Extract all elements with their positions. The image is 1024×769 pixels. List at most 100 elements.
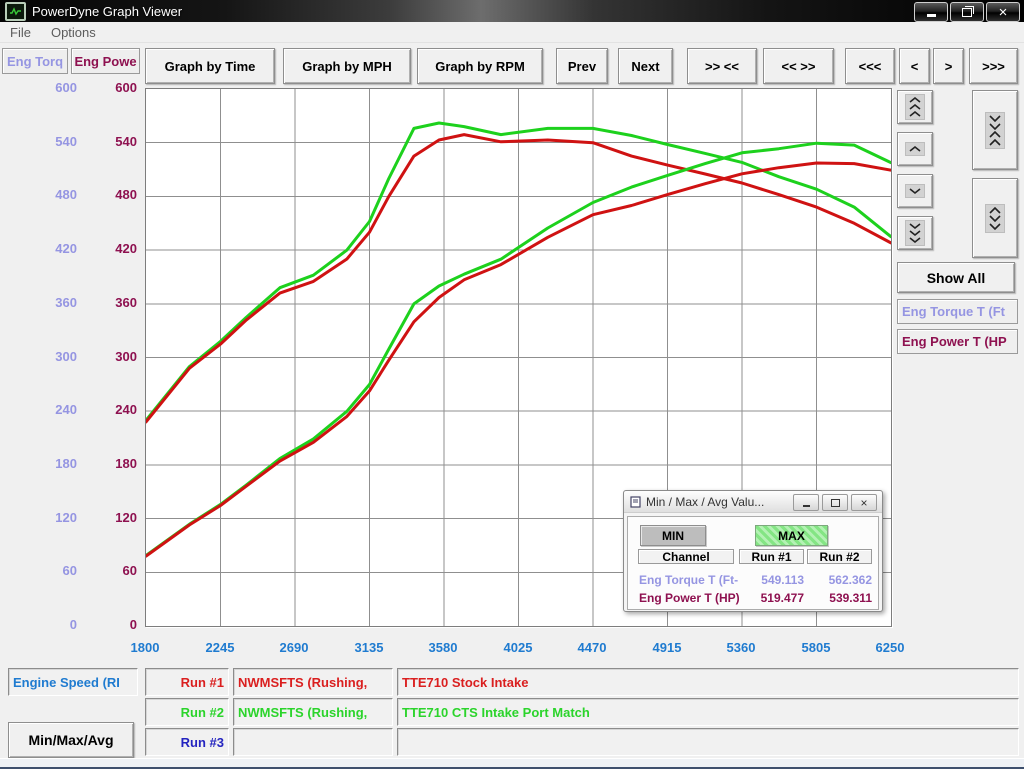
run2-description-field: TTE710 CTS Intake Port Match — [397, 698, 1019, 726]
show-all-button[interactable]: Show All — [897, 262, 1015, 293]
app-icon — [5, 2, 26, 21]
chevron-triple-up-icon — [905, 94, 925, 120]
chevron-triple-down-icon — [905, 220, 925, 246]
zoom-in-x-button[interactable]: >> << — [687, 48, 757, 84]
scale-up-button[interactable] — [897, 132, 933, 166]
minimize-icon — [927, 14, 936, 17]
graph-by-rpm-button[interactable]: Graph by RPM — [417, 48, 543, 84]
title-bar[interactable]: PowerDyne Graph Viewer × — [0, 0, 1024, 22]
power-channel-button[interactable]: Eng Powe — [71, 48, 140, 74]
chevrons-collapse-vertical-icon — [985, 112, 1005, 149]
power-axis-tick: 0 — [87, 616, 137, 634]
torque-run1-max: 549.113 — [740, 573, 804, 587]
powerdyne-window: { "window": { "title": "PowerDyne Graph … — [0, 0, 1024, 768]
rpm-axis-tick: 4025 — [488, 640, 548, 655]
rpm-axis-tick: 5360 — [711, 640, 771, 655]
run1-description-field: TTE710 Stock Intake — [397, 668, 1019, 696]
torque-axis-tick: 420 — [27, 240, 77, 258]
menu-bar: File Options — [0, 22, 1024, 43]
expand-y-button[interactable] — [972, 178, 1018, 258]
rpm-axis-tick: 5805 — [786, 640, 846, 655]
maximize-button[interactable] — [950, 2, 984, 22]
pan-far-right-button[interactable]: >>> — [969, 48, 1018, 84]
next-button[interactable]: Next — [618, 48, 673, 84]
power-run1-max: 519.477 — [740, 591, 804, 605]
run2-file-field: NWMSFTS (Rushing, — [233, 698, 393, 726]
torque-axis-tick: 120 — [27, 509, 77, 527]
close-icon: × — [999, 5, 1008, 20]
torque-run2-max: 562.362 — [808, 573, 872, 587]
rpm-axis-tick: 2245 — [190, 640, 250, 655]
rpm-axis-tick: 3135 — [339, 640, 399, 655]
torque-axis-tick: 60 — [27, 562, 77, 580]
torque-axis-tick: 360 — [27, 294, 77, 312]
power-row-label: Eng Power T (HP) — [639, 591, 740, 605]
run1-file-field: NWMSFTS (Rushing, — [233, 668, 393, 696]
menu-file[interactable]: File — [0, 25, 41, 40]
rpm-axis-tick: 1800 — [115, 640, 175, 655]
scale-up-fast-button[interactable] — [897, 90, 933, 124]
run1-label: Run #1 — [145, 668, 229, 696]
pan-left-button[interactable]: < — [899, 48, 930, 84]
scale-down-fast-button[interactable] — [897, 216, 933, 250]
minmax-close-button[interactable]: × — [851, 494, 877, 511]
minmax-restore-button[interactable] — [822, 494, 848, 511]
window-title: PowerDyne Graph Viewer — [32, 4, 182, 19]
power-axis-tick: 120 — [87, 509, 137, 527]
restore-icon — [831, 499, 840, 507]
power-axis-tick: 540 — [87, 133, 137, 151]
minmax-minimize-button[interactable] — [793, 494, 819, 511]
max-toggle-button[interactable]: MAX — [755, 525, 828, 546]
channel-column-header: Channel — [638, 549, 734, 564]
torque-axis-tick: 300 — [27, 348, 77, 366]
document-icon — [630, 496, 641, 508]
rpm-axis-tick: 6250 — [860, 640, 920, 655]
minmax-body: MIN MAX Channel Run #1 Run #2 Eng Torque… — [627, 516, 879, 610]
prev-button[interactable]: Prev — [556, 48, 608, 84]
run1-column-header: Run #1 — [739, 549, 804, 564]
power-axis-tick: 360 — [87, 294, 137, 312]
pan-right-button[interactable]: > — [933, 48, 964, 84]
torque-axis-tick: 180 — [27, 455, 77, 473]
power-axis-tick: 480 — [87, 186, 137, 204]
maximize-icon — [962, 8, 972, 17]
chevron-down-icon — [905, 184, 925, 198]
torque-channel-label[interactable]: Eng Torque T (Ft — [897, 299, 1018, 324]
chevrons-expand-vertical-icon — [985, 204, 1005, 233]
power-axis-tick: 180 — [87, 455, 137, 473]
power-axis-tick: 240 — [87, 401, 137, 419]
power-channel-label[interactable]: Eng Power T (HP — [897, 329, 1018, 354]
minmax-avg-button[interactable]: Min/Max/Avg — [8, 722, 134, 758]
minimize-icon — [803, 505, 810, 507]
rpm-axis-tick: 3580 — [413, 640, 473, 655]
run3-file-field — [233, 728, 393, 756]
minmax-window[interactable]: Min / Max / Avg Valu... × MIN MAX Channe… — [623, 490, 883, 612]
rpm-axis-tick: 4915 — [637, 640, 697, 655]
pan-far-left-button[interactable]: <<< — [845, 48, 895, 84]
power-axis-tick: 300 — [87, 348, 137, 366]
run3-label: Run #3 — [145, 728, 229, 756]
run3-description-field — [397, 728, 1019, 756]
graph-by-time-button[interactable]: Graph by Time — [145, 48, 275, 84]
chevron-up-icon — [905, 142, 925, 156]
compress-y-button[interactable] — [972, 90, 1018, 170]
close-icon: × — [860, 496, 867, 510]
torque-channel-button[interactable]: Eng Torq — [2, 48, 68, 74]
menu-options[interactable]: Options — [41, 25, 106, 40]
close-button[interactable]: × — [986, 2, 1020, 22]
minmax-titlebar[interactable]: Min / Max / Avg Valu... × — [624, 491, 882, 513]
minimize-button[interactable] — [914, 2, 948, 22]
rpm-axis-tick: 2690 — [264, 640, 324, 655]
rpm-axis-tick: 4470 — [562, 640, 622, 655]
torque-row-label: Eng Torque T (Ft- — [639, 573, 738, 587]
zoom-out-x-button[interactable]: << >> — [763, 48, 834, 84]
power-run2-max: 539.311 — [808, 591, 872, 605]
run2-label: Run #2 — [145, 698, 229, 726]
x-channel-field: Engine Speed (RI — [8, 668, 138, 696]
min-toggle-button[interactable]: MIN — [640, 525, 706, 546]
torque-axis-tick: 480 — [27, 186, 77, 204]
graph-by-mph-button[interactable]: Graph by MPH — [283, 48, 411, 84]
power-axis-tick: 420 — [87, 240, 137, 258]
power-axis-tick: 600 — [87, 79, 137, 97]
scale-down-button[interactable] — [897, 174, 933, 208]
